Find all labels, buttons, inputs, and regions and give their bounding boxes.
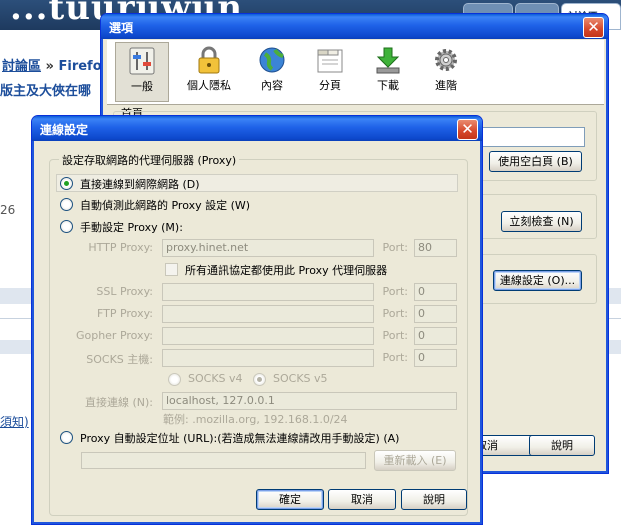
globe-icon (259, 47, 285, 73)
socks-port-input[interactable]: 0 (414, 349, 457, 367)
options-title-bar[interactable]: 選項 (101, 14, 608, 39)
ok-button[interactable]: 確定 (256, 489, 324, 510)
direct-connection-radio[interactable] (60, 177, 73, 190)
gopher-port-label: Port: (382, 329, 408, 342)
ftp-proxy-input[interactable] (162, 305, 374, 323)
category-label: 一般 (131, 80, 153, 93)
no-proxy-example: 範例: .mozilla.org, 192.168.1.0/24 (163, 413, 348, 426)
general-icon (129, 47, 155, 75)
ssl-port-label: Port: (382, 285, 408, 298)
gopher-proxy-input[interactable] (162, 327, 374, 345)
homepage-input[interactable] (481, 127, 585, 147)
ftp-proxy-label: FTP Proxy: (96, 307, 153, 320)
breadcrumb-forum-link[interactable]: 討論區 (2, 59, 41, 74)
auto-config-url-radio[interactable] (60, 431, 73, 444)
options-title: 選項 (109, 21, 134, 35)
lock-icon (198, 46, 220, 74)
socks-host-label: SOCKS 主機: (86, 353, 153, 366)
socks-v4-radio[interactable] (168, 373, 181, 386)
http-proxy-label: HTTP Proxy: (88, 241, 153, 254)
gear-icon (435, 49, 457, 71)
category-downloads[interactable]: 下載 (361, 42, 415, 102)
connection-title-bar[interactable]: 連線設定 (32, 116, 482, 141)
tabs-icon (317, 49, 343, 73)
ssl-port-input[interactable]: 0 (414, 283, 457, 301)
socks-v4-label[interactable]: SOCKS v4 (188, 372, 243, 385)
close-icon: ✕ (461, 120, 474, 138)
check-now-button[interactable]: 立刻檢查 (N) (501, 211, 582, 232)
socks-v5-label[interactable]: SOCKS v5 (273, 372, 328, 385)
no-proxy-input[interactable]: localhost, 127.0.0.1 (162, 392, 457, 410)
use-blank-page-button[interactable]: 使用空白頁 (B) (489, 151, 582, 172)
connection-title: 連線設定 (40, 123, 89, 137)
direct-connection-label[interactable]: 直接連線到網際網路 (D) (80, 176, 200, 192)
category-general[interactable]: 一般 (115, 42, 169, 102)
http-proxy-input[interactable]: proxy.hinet.net (162, 239, 374, 257)
no-proxy-label: 直接連線 (N): (84, 396, 153, 409)
category-label: 下載 (377, 79, 399, 92)
connection-close-button[interactable]: ✕ (457, 119, 478, 140)
auto-detect-radio[interactable] (60, 198, 73, 211)
reload-button[interactable]: 重新載入 (E) (374, 450, 456, 471)
auto-config-url-input[interactable] (81, 452, 366, 469)
category-tabs[interactable]: 分頁 (303, 42, 357, 102)
ssl-proxy-label: SSL Proxy: (96, 285, 153, 298)
category-label: 進階 (435, 79, 457, 92)
ftp-port-label: Port: (382, 307, 408, 320)
connection-settings-button[interactable]: 連線設定 (O)... (493, 270, 582, 291)
gopher-proxy-label: Gopher Proxy: (75, 329, 153, 342)
breadcrumb-firefox-link[interactable]: Firefo (58, 59, 101, 74)
post-count: 26 (0, 203, 16, 217)
auto-detect-label[interactable]: 自動偵測此網路的 Proxy 設定 (W) (80, 197, 250, 213)
auto-config-url-label[interactable]: Proxy 自動設定位址 (URL):(若造成無法連線請改用手動設定) (A) (80, 430, 399, 446)
rules-link[interactable]: 須知) (0, 413, 29, 430)
category-privacy[interactable]: 個人隱私 (177, 42, 241, 102)
manual-proxy-label[interactable]: 手動設定 Proxy (M): (80, 219, 183, 235)
socks-port-label: Port: (382, 351, 408, 364)
gopher-port-input[interactable]: 0 (414, 327, 457, 345)
ssl-proxy-input[interactable] (162, 283, 374, 301)
cancel-button[interactable]: 取消 (328, 489, 396, 510)
connection-settings-dialog: 連線設定 ✕ 設定存取網路的代理伺服器 (Proxy) 直接連線到網際網路 (D… (31, 115, 483, 525)
options-category-toolbar: 一般 個人隱私 內容 分頁 下載 進階 (107, 40, 604, 105)
site-breadcrumb: 討論區 » Firefo (2, 55, 102, 74)
ftp-port-input[interactable]: 0 (414, 305, 457, 323)
category-label: 內容 (261, 79, 283, 92)
category-label: 個人隱私 (187, 79, 231, 92)
use-same-proxy-label[interactable]: 所有通訊協定都使用此 Proxy 代理伺服器 (185, 262, 387, 278)
socks-host-input[interactable] (162, 349, 374, 367)
options-close-button[interactable]: ✕ (583, 17, 604, 38)
category-content[interactable]: 內容 (245, 42, 299, 102)
http-port-input[interactable]: 80 (414, 239, 457, 257)
options-help-button[interactable]: 說明 (529, 435, 595, 456)
use-same-proxy-checkbox[interactable] (165, 263, 178, 276)
manual-proxy-radio[interactable] (60, 220, 73, 233)
help-button[interactable]: 說明 (401, 489, 467, 510)
category-advanced[interactable]: 進階 (419, 42, 473, 102)
close-icon: ✕ (587, 18, 600, 36)
category-label: 分頁 (319, 79, 341, 92)
breadcrumb-separator: » (45, 59, 54, 74)
http-port-label: Port: (382, 241, 408, 254)
socks-v5-radio[interactable] (253, 373, 266, 386)
proxy-group-title: 設定存取網路的代理伺服器 (Proxy) (59, 152, 240, 168)
thread-subtitle: 版主及大俠在哪 (0, 84, 92, 99)
download-icon (376, 47, 400, 74)
